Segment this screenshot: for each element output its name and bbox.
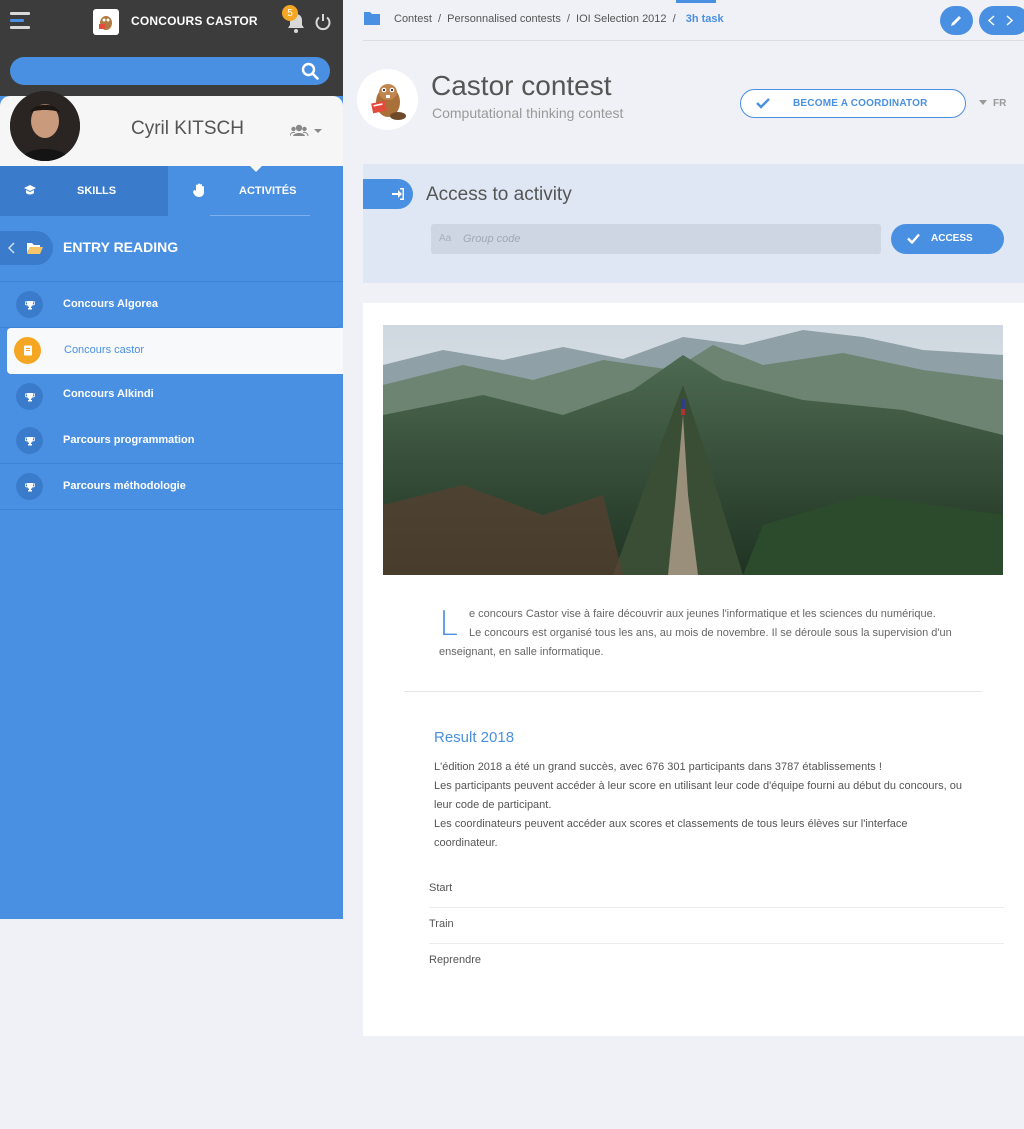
access-button[interactable]: ACCESS bbox=[891, 224, 1004, 254]
breadcrumb-item[interactable]: IOI Selection 2012 bbox=[576, 13, 667, 25]
sidebar-item-label: Parcours programmation bbox=[63, 434, 195, 446]
breadcrumb-separator: / bbox=[566, 13, 570, 25]
avatar[interactable] bbox=[10, 91, 80, 161]
tab-activities[interactable]: ACTIVITÉS bbox=[168, 166, 343, 216]
start-link[interactable]: Start bbox=[429, 872, 1004, 908]
user-name: Cyril KITSCH bbox=[131, 118, 244, 139]
pencil-icon bbox=[951, 16, 961, 26]
group-code-input[interactable] bbox=[463, 224, 873, 254]
mountain-hero-image bbox=[383, 325, 1003, 575]
chevron-right-icon[interactable] bbox=[1006, 15, 1013, 26]
trophy-icon bbox=[16, 291, 43, 318]
search-icon[interactable] bbox=[301, 62, 319, 80]
sidebar-item-label: Concours Alkindi bbox=[63, 388, 154, 400]
tab-activities-label: ACTIVITÉS bbox=[239, 185, 297, 197]
hand-icon bbox=[193, 183, 204, 197]
language-label: FR bbox=[993, 98, 1007, 109]
chevron-left-icon[interactable] bbox=[988, 15, 995, 26]
become-coordinator-label: BECOME A COORDINATOR bbox=[793, 98, 928, 109]
breadcrumb-item[interactable]: Personnalised contests bbox=[447, 13, 561, 25]
access-tag bbox=[363, 179, 413, 209]
resume-link[interactable]: Reprendre bbox=[429, 944, 1004, 980]
result-line: Les coordinateurs peuvent accéder aux sc… bbox=[434, 818, 908, 830]
become-coordinator-button[interactable]: BECOME A COORDINATOR bbox=[740, 89, 966, 118]
intro-text: L e concours Castor vise à faire découvr… bbox=[439, 605, 969, 662]
contest-title: Castor contest bbox=[431, 70, 612, 101]
sidebar-item-concours-alkindi[interactable]: Concours Alkindi bbox=[0, 374, 343, 420]
result-body: L'édition 2018 a été un grand succès, av… bbox=[434, 758, 979, 853]
sign-in-icon bbox=[392, 188, 404, 200]
castor-logo bbox=[93, 9, 119, 35]
access-button-label: ACCESS bbox=[931, 233, 973, 244]
sidebar-item-parcours-programmation[interactable]: Parcours programmation bbox=[0, 418, 343, 464]
book-icon bbox=[14, 337, 41, 364]
tab-skills[interactable]: SKILLS bbox=[0, 166, 168, 216]
action-list: Start Train Reprendre bbox=[429, 872, 1004, 980]
content-card: L e concours Castor vise à faire découvr… bbox=[363, 303, 1024, 1036]
folder-icon bbox=[364, 12, 380, 25]
intro-line: Le concours est organisé tous les ans, a… bbox=[469, 627, 952, 639]
prev-next-button[interactable] bbox=[979, 6, 1024, 35]
intro-line: enseignant, en salle informatique. bbox=[439, 646, 604, 658]
tab-notch bbox=[249, 165, 263, 172]
result-line: leur code de participant. bbox=[434, 799, 552, 811]
search-bar bbox=[0, 44, 343, 96]
contest-header: Castor contest Computational thinking co… bbox=[357, 60, 1024, 150]
edit-button[interactable] bbox=[940, 6, 973, 35]
result-line: coordinateur. bbox=[434, 837, 498, 849]
trophy-icon bbox=[16, 383, 43, 410]
app-title: CONCOURS CASTOR bbox=[131, 14, 258, 28]
search-input[interactable] bbox=[10, 57, 330, 85]
result-line: L'édition 2018 a été un grand succès, av… bbox=[434, 761, 882, 773]
intro-line: e concours Castor vise à faire découvrir… bbox=[469, 608, 936, 620]
breadcrumb: Contest / Personnalised contests / IOI S… bbox=[363, 0, 1024, 41]
castor-mascot-logo bbox=[357, 69, 418, 130]
group-code-field: Aa bbox=[431, 224, 881, 254]
graduation-cap-icon bbox=[24, 185, 36, 195]
access-panel: Access to activity Aa ACCESS bbox=[363, 164, 1024, 283]
trophy-icon bbox=[16, 427, 43, 454]
top-bar: CONCOURS CASTOR 5 bbox=[0, 0, 343, 44]
breadcrumb-trail: Contest / Personnalised contests / IOI S… bbox=[394, 13, 724, 25]
entry-header: ENTRY READING bbox=[0, 216, 343, 282]
tab-skills-label: SKILLS bbox=[77, 185, 117, 197]
breadcrumb-separator: / bbox=[437, 13, 442, 25]
sidebar-item-label: Concours castor bbox=[64, 344, 145, 356]
sidebar-item-concours-castor[interactable]: Concours castor bbox=[7, 328, 343, 374]
breadcrumb-item[interactable]: Contest bbox=[394, 13, 432, 25]
text-format-icon: Aa bbox=[439, 233, 452, 244]
sidebar-tabs: SKILLS ACTIVITÉS bbox=[0, 165, 343, 216]
breadcrumb-current: 3h task bbox=[685, 13, 724, 25]
intro-dropcap: L bbox=[439, 604, 458, 644]
back-button[interactable] bbox=[0, 231, 53, 265]
divider bbox=[404, 691, 982, 692]
sidebar-item-label: Concours Algorea bbox=[63, 298, 158, 310]
power-icon[interactable] bbox=[314, 13, 332, 31]
notification-badge: 5 bbox=[282, 5, 298, 21]
caret-down-icon bbox=[979, 100, 987, 105]
menu-icon[interactable] bbox=[10, 12, 30, 30]
sidebar-item-label: Parcours méthodologie bbox=[63, 480, 186, 492]
chevron-left-icon bbox=[8, 242, 15, 254]
breadcrumb-active-indicator bbox=[676, 0, 716, 3]
breadcrumb-separator: / bbox=[672, 13, 676, 25]
folder-open-icon bbox=[27, 243, 43, 254]
train-link[interactable]: Train bbox=[429, 908, 1004, 944]
sidebar-item-parcours-methodologie[interactable]: Parcours méthodologie bbox=[0, 464, 343, 510]
check-icon bbox=[756, 98, 770, 109]
check-icon bbox=[907, 233, 920, 244]
result-line: Les participants peuvent accéder à leur … bbox=[434, 780, 962, 792]
user-profile: Cyril KITSCH bbox=[0, 91, 343, 166]
language-select[interactable]: FR bbox=[979, 98, 1006, 109]
contest-subtitle: Computational thinking contest bbox=[432, 105, 624, 121]
trophy-icon bbox=[16, 473, 43, 500]
result-title: Result 2018 bbox=[434, 729, 515, 746]
access-title: Access to activity bbox=[426, 184, 572, 205]
entry-title: ENTRY READING bbox=[63, 239, 179, 255]
users-dropdown-icon[interactable] bbox=[290, 123, 324, 139]
sidebar-item-concours-algorea[interactable]: Concours Algorea bbox=[0, 282, 343, 328]
